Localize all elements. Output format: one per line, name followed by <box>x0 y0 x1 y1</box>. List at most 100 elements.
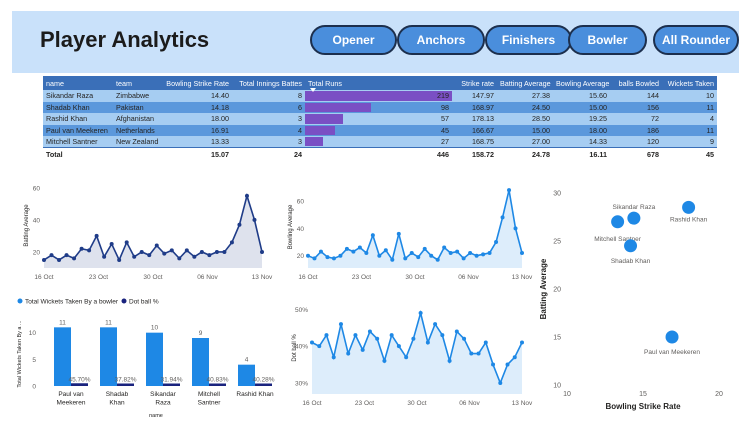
y-axis-title: Batting Average <box>24 204 30 247</box>
data-point <box>94 233 99 238</box>
data-point <box>404 355 409 360</box>
runs-databar <box>305 102 371 113</box>
stat-cell: 18.00 <box>163 113 232 125</box>
stat-cell: 6 <box>232 101 305 114</box>
stat-cell: 178.13 <box>452 113 497 125</box>
data-point <box>462 336 467 341</box>
data-point <box>390 257 395 262</box>
runs-bar-cell: 219 <box>305 90 452 102</box>
wickets-data-label: 4 <box>245 357 249 364</box>
anchors-button[interactable]: Anchors <box>397 25 485 55</box>
scatter-point <box>627 211 641 225</box>
data-point <box>353 333 358 338</box>
runs-value: 98 <box>441 102 449 112</box>
stat-cell: 27.00 <box>497 136 553 148</box>
opener-button[interactable]: Opener <box>310 25 397 55</box>
bowler-button[interactable]: Bowler <box>568 25 647 55</box>
player-name-cell: Sikandar Raza <box>43 90 113 102</box>
y-tick-label: 5 <box>32 357 36 364</box>
x-tick-label: 13 Nov <box>512 274 533 281</box>
y-tick-label: 10 <box>553 383 561 390</box>
data-point <box>360 347 365 352</box>
data-point <box>192 254 197 259</box>
data-point <box>481 252 486 257</box>
total-cell: 15.07 <box>163 147 232 161</box>
y-tick-label: 20 <box>297 253 305 260</box>
data-point <box>375 336 380 341</box>
player-name-cell: Paul van Meekeren <box>43 124 113 137</box>
data-point <box>331 256 336 261</box>
col-header-balls-bowled[interactable]: balls Bowled <box>610 76 662 90</box>
data-point <box>498 380 503 385</box>
data-point <box>435 257 440 262</box>
table-row[interactable]: Paul van Meekeren Netherlands 16.91 4 45 166.… <box>43 124 717 137</box>
data-point <box>132 254 137 259</box>
table-row[interactable]: Rashid Khan Afghanistan 18.00 3 57 178.13 28.5… <box>43 113 717 125</box>
y-tick-label: 25 <box>553 239 561 246</box>
col-header-team[interactable]: team <box>113 76 163 90</box>
table-row[interactable]: Shadab Khan Pakistan 14.18 6 98 168.97 24.50 15… <box>43 101 717 114</box>
runs-bar-cell: 27 <box>305 136 452 148</box>
data-point <box>117 257 122 262</box>
stat-cell: 144 <box>610 90 662 102</box>
data-point <box>422 246 427 251</box>
data-point <box>483 340 488 345</box>
finishers-button[interactable]: Finishers <box>485 25 572 55</box>
stat-cell: 24.50 <box>497 101 553 114</box>
data-point <box>491 362 496 367</box>
table-row[interactable]: Sikandar Raza Zimbabwe 14.40 8 219 147.97 27.3… <box>43 90 717 102</box>
runs-bar-cell: 98 <box>305 101 452 114</box>
x-category-label: Santner <box>198 400 222 407</box>
stat-cell: 9 <box>662 136 717 148</box>
data-point <box>418 311 423 316</box>
series-line <box>307 189 523 262</box>
data-point <box>382 358 387 363</box>
all-rounder-button[interactable]: All Rounder <box>653 25 739 55</box>
col-header-bowling-average[interactable]: Bowling Average <box>553 76 610 90</box>
x-tick-label: 30 Oct <box>405 274 424 281</box>
col-header-total-innings[interactable]: Total Innings Battes <box>232 76 305 90</box>
legend-label: Dot ball % <box>129 299 159 306</box>
table-row[interactable]: Mitchell Santner New Zealand 13.33 3 27 168.7… <box>43 136 717 148</box>
stat-cell: 72 <box>610 113 662 125</box>
y-tick-label: 40 <box>33 217 41 224</box>
data-point <box>425 340 430 345</box>
x-category-label: Sikandar <box>150 391 176 398</box>
total-cell: 158.72 <box>452 147 497 161</box>
col-header-bowling-strike-rate[interactable]: Bowling Strike Rate <box>163 76 232 90</box>
col-header-name[interactable]: name <box>43 76 113 90</box>
dotball-bar <box>117 383 134 386</box>
x-tick-label: 10 <box>563 391 571 398</box>
x-tick-label: 30 Oct <box>143 274 162 281</box>
data-point <box>57 257 62 262</box>
stat-cell: 4 <box>662 113 717 125</box>
batting-average-line-chart: 20 40 60 16 Oct 23 Oct 30 Oct 06 Nov 13 Nov Batt… <box>24 185 273 281</box>
data-point <box>310 340 314 345</box>
data-point <box>494 240 499 245</box>
data-point <box>513 226 518 231</box>
data-point <box>42 257 46 262</box>
data-point <box>102 254 107 259</box>
data-point <box>338 253 343 258</box>
dotball-data-label: 40.28% <box>252 377 274 384</box>
col-header-batting-average[interactable]: Batting Average <box>497 76 553 90</box>
legend-marker <box>17 298 23 304</box>
scatter-point <box>611 215 625 229</box>
header-banner: Player Analytics Opener Anchors Finisher… <box>12 11 739 73</box>
total-cell: 678 <box>610 147 662 161</box>
data-point <box>383 248 388 253</box>
stat-cell: 14.33 <box>553 136 610 148</box>
stat-cell: 4 <box>232 124 305 137</box>
x-axis-title: Bowling Strike Rate <box>605 402 681 411</box>
x-tick-label: 16 Oct <box>302 400 321 407</box>
data-point <box>207 253 212 258</box>
data-point <box>476 351 481 356</box>
data-point <box>440 333 445 338</box>
sort-desc-icon[interactable] <box>310 88 316 92</box>
col-header-total-runs[interactable]: Total Runs <box>305 76 452 90</box>
col-header-wickets-taken[interactable]: Wickets Taken <box>662 76 717 90</box>
player-name-cell: Shadab Khan <box>43 101 113 114</box>
col-header-strike-rate[interactable]: Strike rate <box>452 76 497 90</box>
stat-cell: 147.97 <box>452 90 497 102</box>
stat-cell: 15.00 <box>497 124 553 137</box>
